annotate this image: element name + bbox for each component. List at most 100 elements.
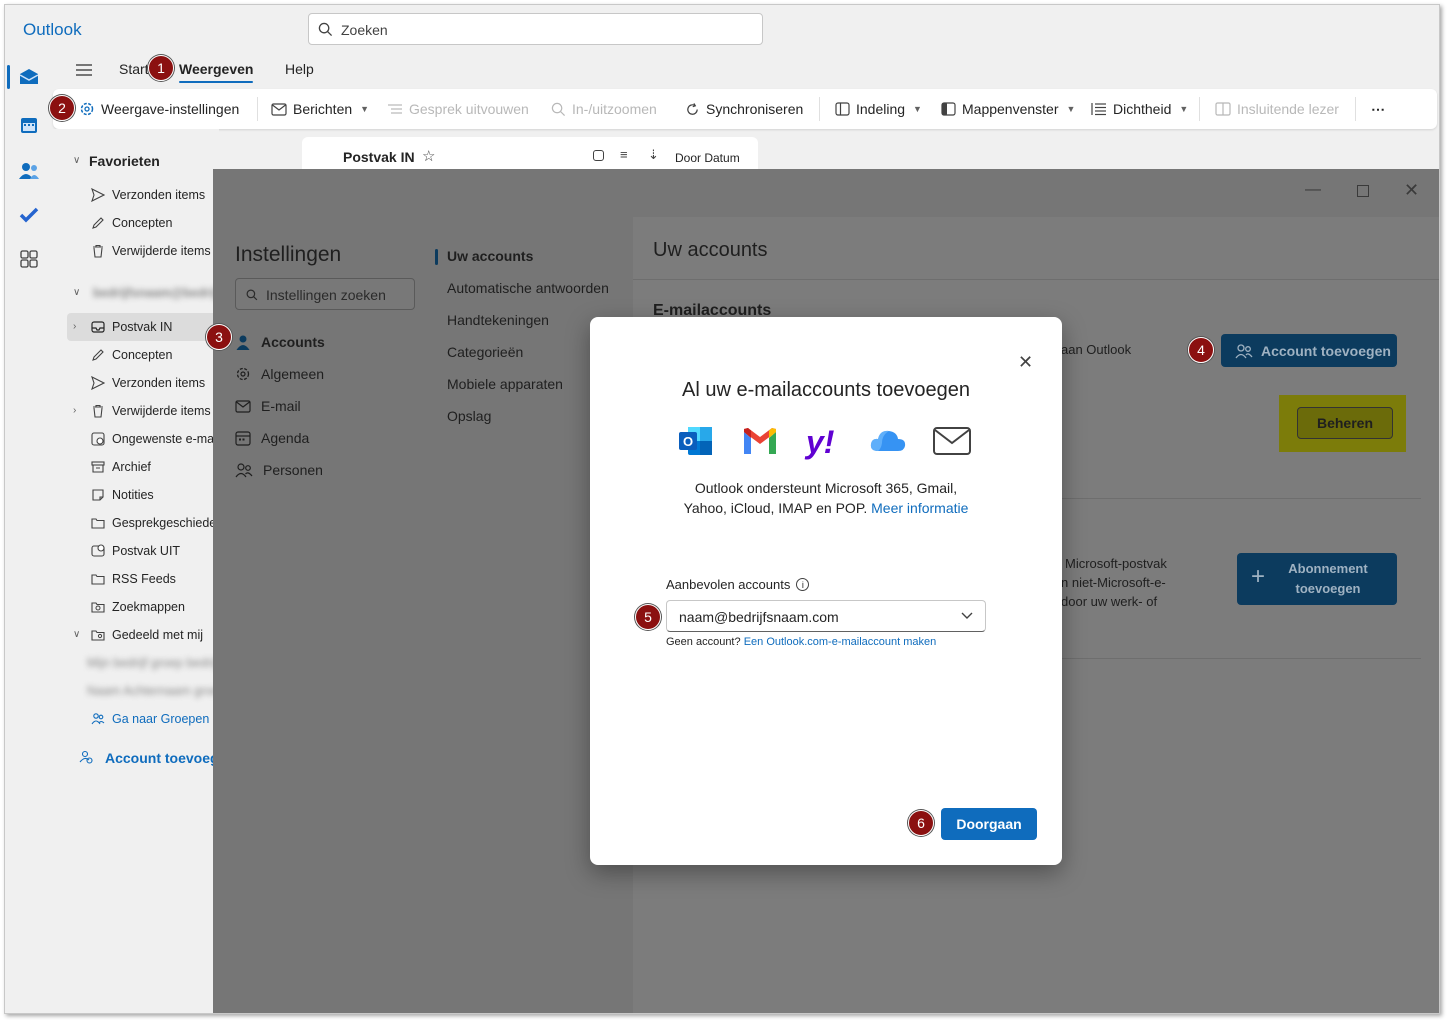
settings-titlebar: — ✕	[213, 169, 1439, 217]
manage-button[interactable]: Beheren	[1297, 407, 1393, 439]
create-outlook-account-link[interactable]: Een Outlook.com-e-mailaccount maken	[744, 636, 937, 648]
inbox-icon	[91, 321, 105, 333]
shared-item[interactable]: Mijn bedrijf groep bedrijf	[53, 649, 219, 677]
account-select[interactable]: naam@bedrijfsnaam.com	[666, 600, 986, 632]
app-title: Outlook	[23, 20, 82, 39]
select-icon[interactable]	[593, 150, 604, 161]
sync-button[interactable]: Synchroniseren	[685, 89, 803, 129]
settings-subnav-handtekeningen[interactable]: Handtekeningen	[447, 312, 549, 328]
immersive-reader-button[interactable]: Insluitende lezer	[1215, 89, 1339, 129]
folder-verzonden-items[interactable]: Verzonden items	[53, 369, 219, 397]
folder-ongewenste-email[interactable]: Ongewenste e-mail	[53, 425, 219, 453]
mail-icon[interactable]	[7, 65, 41, 89]
folder-pane-label: Mappenvenster	[962, 101, 1059, 117]
folder-postvak-in[interactable]: › Postvak IN	[67, 313, 219, 341]
settings-nav-email[interactable]: E-mail	[235, 390, 301, 422]
settings-search-input[interactable]: Instellingen zoeken	[235, 278, 415, 310]
messages-label: Berichten	[293, 101, 353, 117]
settings-nav-accounts[interactable]: Accounts	[235, 326, 325, 358]
settings-nav-agenda[interactable]: Agenda	[235, 422, 309, 454]
view-settings-label: Weergave-instellingen	[101, 101, 240, 117]
chevron-right-icon: ›	[73, 321, 77, 332]
zoom-button[interactable]: In-/uitzoomen	[551, 89, 657, 129]
folder-gedeeld-met-mij[interactable]: ∨ Gedeeld met mij	[53, 621, 219, 649]
layout-icon	[835, 102, 850, 116]
favorite-verwijderde-items[interactable]: Verwijderde items	[53, 237, 219, 265]
folder-gesprekgeschiedenis[interactable]: Gesprekgeschiedenis	[53, 509, 219, 537]
density-button[interactable]: Dichtheid ▼	[1091, 89, 1188, 129]
favorites-header[interactable]: ∨ Favorieten	[53, 147, 219, 175]
pencil-icon	[92, 349, 104, 361]
settings-subnav-mobiele-apparaten[interactable]: Mobiele apparaten	[447, 376, 563, 392]
chevron-down-icon: ▼	[360, 104, 370, 114]
add-account-button[interactable]: Account toevoegen	[1221, 334, 1397, 367]
sort-label[interactable]: Door Datum	[675, 151, 740, 165]
account-header[interactable]: ∨ bedrijfsnaam@bedrijfsnaam	[53, 279, 219, 307]
tab-help[interactable]: Help	[285, 61, 314, 77]
close-icon[interactable]: ✕	[1404, 180, 1419, 201]
filter-icon[interactable]: ≡	[620, 147, 628, 162]
folder-icon	[91, 518, 105, 529]
top-bar: Outlook Zoeken	[5, 5, 1439, 53]
settings-nav-algemeen[interactable]: Algemeen	[235, 358, 324, 390]
sort-icon[interactable]: ⇣	[648, 147, 659, 163]
favorite-concepten[interactable]: Concepten	[53, 209, 219, 237]
subscription-text-1: Microsoft-postvak	[1065, 556, 1167, 571]
view-settings-button[interactable]: Weergave-instellingen	[79, 89, 239, 129]
settings-nav-personen[interactable]: Personen	[235, 454, 323, 486]
more-info-link[interactable]: Meer informatie	[871, 500, 968, 516]
provider-logos: O y!	[676, 421, 976, 461]
list-icon	[388, 104, 402, 114]
messages-button[interactable]: Berichten ▼	[271, 89, 369, 129]
continue-button[interactable]: Doorgaan	[941, 808, 1037, 840]
folder-concepten[interactable]: Concepten	[53, 341, 219, 369]
folder-icon	[91, 574, 105, 585]
minimize-icon[interactable]: —	[1305, 181, 1321, 199]
ribbon-toolbar: Weergave-instellingen Berichten ▼ Gesprek…	[53, 89, 1437, 129]
app-rail	[5, 53, 53, 1013]
tab-weergeven[interactable]: Weergeven	[179, 61, 254, 83]
star-icon[interactable]: ☆	[422, 147, 435, 165]
maximize-icon[interactable]	[1357, 185, 1369, 197]
immersive-reader-label: Insluitende lezer	[1237, 101, 1339, 117]
envelope-icon	[271, 102, 287, 116]
settings-subnav-uw-accounts[interactable]: Uw accounts	[434, 248, 533, 265]
svg-text:y!: y!	[804, 424, 835, 460]
apps-icon[interactable]	[17, 247, 41, 271]
go-to-groups-link[interactable]: Ga naar Groepen	[53, 705, 219, 733]
favorite-verzonden-items[interactable]: Verzonden items	[53, 181, 219, 209]
hamburger-menu-icon[interactable]	[75, 63, 93, 77]
folder-zoekmappen[interactable]: Zoekmappen	[53, 593, 219, 621]
search-box[interactable]: Zoeken	[308, 13, 763, 45]
yahoo-logo-icon: y!	[804, 424, 835, 460]
calendar-icon	[235, 431, 251, 446]
todo-icon[interactable]	[17, 203, 41, 227]
chevron-down-icon	[961, 612, 973, 619]
modal-close-icon[interactable]: ✕	[1018, 352, 1033, 373]
folder-pane-button[interactable]: Mappenvenster ▼	[941, 89, 1075, 129]
layout-button[interactable]: Indeling ▼	[835, 89, 922, 129]
people-icon[interactable]	[17, 159, 41, 183]
folder-notities[interactable]: Notities	[53, 481, 219, 509]
chevron-right-icon: ›	[73, 405, 77, 416]
add-account-link[interactable]: Account toevoegen	[53, 743, 219, 771]
shared-item[interactable]: Naam Achternaam groep	[53, 677, 219, 705]
settings-subnav-categorieen[interactable]: Categorieën	[447, 344, 523, 360]
settings-subnav-automatische-antwoorden[interactable]: Automatische antwoorden	[447, 280, 609, 296]
calendar-icon[interactable]	[17, 113, 41, 137]
settings-subnav-opslag[interactable]: Opslag	[447, 408, 491, 424]
folder-rss-feeds[interactable]: RSS Feeds	[53, 565, 219, 593]
more-options-button[interactable]: ⋯	[1371, 89, 1385, 129]
zoom-label: In-/uitzoomen	[572, 101, 657, 117]
search-placeholder: Zoeken	[341, 22, 388, 38]
density-label: Dichtheid	[1113, 101, 1172, 117]
folder-postvak-uit[interactable]: Postvak UIT	[53, 537, 219, 565]
info-icon[interactable]: i	[796, 578, 810, 591]
expand-conversation-button[interactable]: Gesprek uitvouwen	[387, 89, 529, 129]
add-subscription-button[interactable]: + Abonnement toevoegen	[1237, 553, 1397, 605]
folder-verwijderde-items[interactable]: › Verwijderde items	[53, 397, 219, 425]
tab-start[interactable]: Start	[119, 61, 149, 77]
step-badge-4: 4	[1188, 337, 1214, 363]
folder-archief[interactable]: Archief	[53, 453, 219, 481]
outlook-text: aan Outlook	[1061, 342, 1132, 357]
